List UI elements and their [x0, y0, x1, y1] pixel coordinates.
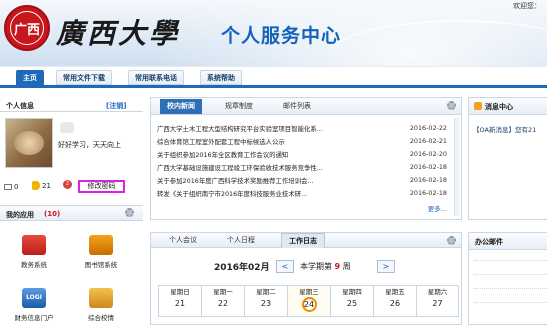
news-item[interactable]: 关于组织参加2016年全区教育工作会议的通知 2016-02-20 — [157, 150, 447, 160]
mail-row-divider — [474, 302, 547, 303]
news-item[interactable]: 广西大学基础设施建设工程竣工环保验收技术服务竞争性... 2016-02-18 — [157, 163, 447, 173]
calendar-day-today[interactable]: 星期三 24 — [287, 285, 330, 317]
avatar-cup — [14, 131, 44, 155]
divider — [0, 111, 143, 112]
apps-title: 我的应用 — [6, 211, 34, 219]
status-text: 好好学习，天天向上 — [58, 141, 121, 149]
tab-campus-news[interactable]: 校内新闻 — [160, 99, 202, 114]
nav-downloads[interactable]: 常用文件下载 — [56, 70, 112, 85]
calendar-settings-icon[interactable] — [447, 236, 456, 245]
app-academic[interactable]: 教务系统 — [11, 235, 57, 269]
university-logo: 广西 — [4, 5, 50, 51]
avatar — [5, 118, 53, 168]
message-center-icon — [474, 102, 482, 110]
speaker-icon — [32, 181, 40, 190]
logout-link[interactable]: [注销] — [106, 101, 126, 111]
mail-count[interactable]: 0 — [4, 183, 18, 191]
tab-personal-meeting[interactable]: 个人会议 — [163, 233, 203, 248]
calendar-day[interactable]: 星期四 25 — [330, 285, 373, 317]
main-nav: 主页 常用文件下载 常用联系电话 系统帮助 — [0, 66, 547, 88]
messages-title: 消息中心 — [485, 103, 513, 111]
calendar-day[interactable]: 星期六 27 — [416, 285, 459, 317]
tab-personal-schedule[interactable]: 个人日程 — [221, 233, 261, 248]
logi-icon: LOGI — [22, 288, 46, 308]
mail-row-divider — [474, 288, 547, 289]
header-banner: 广西 廣西大學 个人服务中心 欢迎您： — [0, 0, 547, 66]
logo-text: 广西 — [10, 11, 44, 45]
news-item[interactable]: 综合体育馆工程室外配套工程中标候选人公示 2016-02-21 — [157, 137, 447, 147]
app-campus-info[interactable]: 综合校情 — [78, 288, 124, 322]
app-library[interactable]: 图书馆系统 — [78, 235, 124, 269]
news-settings-icon[interactable] — [447, 101, 456, 110]
nav-home[interactable]: 主页 — [16, 70, 44, 85]
welcome-text: 欢迎您： — [513, 2, 541, 10]
mail-row-divider — [474, 260, 547, 261]
message-item[interactable]: 【OA新消息】您有21 — [473, 124, 536, 134]
messages-panel: 消息中心 【OA新消息】您有21 — [468, 97, 547, 220]
apps-panel: 我的应用 (10) 教务系统 图书馆系统 LOGI 财务信息门户 综合校情 — [0, 205, 143, 325]
app-finance[interactable]: LOGI 财务信息门户 — [11, 288, 57, 322]
notice-count[interactable]: 21 — [32, 181, 51, 190]
mail-row-divider — [474, 274, 547, 275]
news-item[interactable]: 转发《关于组织南宁市2016年度科技服务业技术研... 2016-02-18 — [157, 189, 447, 199]
profile-panel: 个人信息 [注销] 好好学习，天天向上 0 21 2 修改密码 — [0, 96, 143, 202]
page-title: 个人服务中心 — [221, 25, 342, 47]
calendar-day[interactable]: 星期二 23 — [244, 285, 287, 317]
tab-regulations[interactable]: 规章制度 — [219, 99, 259, 114]
calendar-day[interactable]: 星期日 21 — [158, 285, 201, 317]
news-item[interactable]: 广西大学土木工程大型结构研究平台实验室项目智能化系... 2016-02-22 — [157, 124, 447, 134]
news-tabbar: 校内新闻 规章制度 邮件列表 — [151, 98, 461, 115]
calendar-month: 2016年02月 — [214, 263, 270, 273]
apps-count: (10) — [44, 210, 61, 218]
message-badge-icon[interactable]: 2 — [63, 180, 72, 189]
academic-icon — [22, 235, 46, 255]
week-label: 本学期第 9 周 — [300, 262, 351, 271]
news-scrollbar[interactable] — [454, 118, 459, 216]
university-name: 廣西大學 — [56, 17, 181, 50]
calendar-day[interactable]: 星期一 22 — [201, 285, 244, 317]
tab-work-log[interactable]: 工作日志 — [281, 233, 325, 248]
news-item[interactable]: 关于参加2016年度广西科学技术奖励推荐工作培训会... 2016-02-18 — [157, 176, 447, 186]
campus-info-icon — [89, 288, 113, 308]
username-blur — [60, 122, 74, 133]
nav-phonebook[interactable]: 常用联系电话 — [128, 70, 184, 85]
office-mail-title: 办公邮件 — [475, 238, 503, 246]
calendar-day[interactable]: 星期五 26 — [373, 285, 416, 317]
change-password-button[interactable]: 修改密码 — [78, 180, 125, 193]
prev-month-button[interactable]: < — [276, 260, 294, 273]
news-more-link[interactable]: 更多... — [428, 203, 447, 213]
office-mail-panel: 办公邮件 — [468, 232, 547, 325]
nav-help[interactable]: 系统帮助 — [200, 70, 242, 85]
messages-header: 消息中心 — [469, 98, 547, 115]
news-panel: 校内新闻 规章制度 邮件列表 广西大学土木工程大型结构研究平台实验室项目智能化系… — [150, 97, 462, 220]
profile-title: 个人信息 — [6, 102, 34, 110]
next-month-button[interactable]: > — [377, 260, 395, 273]
mail-icon — [4, 184, 12, 190]
calendar-tabbar: 个人会议 个人日程 工作日志 — [151, 233, 461, 248]
tab-mail-list[interactable]: 邮件列表 — [277, 99, 317, 114]
office-mail-header: 办公邮件 — [469, 233, 547, 250]
apps-settings-icon[interactable] — [125, 208, 134, 217]
library-icon — [89, 235, 113, 255]
